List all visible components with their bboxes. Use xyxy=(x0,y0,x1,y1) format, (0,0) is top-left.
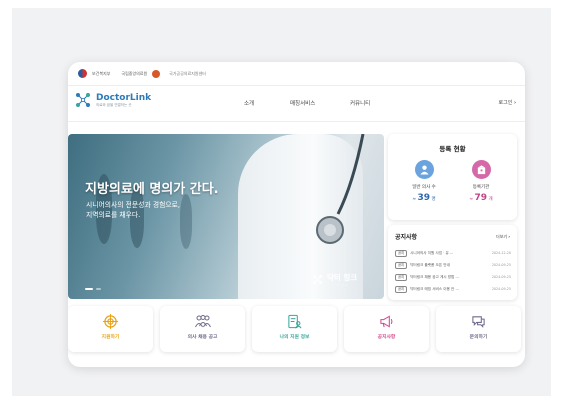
quick-link-label: 나의 지원 정보 xyxy=(279,335,310,340)
carousel-dot[interactable] xyxy=(85,288,93,290)
hero-subtitle-line-1: 시니어의사의 전문성과 경험으로, xyxy=(86,201,181,209)
background-figure xyxy=(180,194,192,249)
carousel-dot[interactable] xyxy=(96,288,101,290)
doctors-group-icon xyxy=(160,314,245,329)
notice-text: 닥터링크 매칭 서비스 이용 안 ... xyxy=(410,286,459,291)
notice-card: 공지사항 더보기 › 공지 시니어의사 지원 사업 · 유 ... 2024-1… xyxy=(388,225,517,300)
brand-logo[interactable]: DoctorLink 의료와 꿈을 연결하는 곳 xyxy=(74,91,151,109)
doctor-icon xyxy=(414,160,434,179)
notice-more-label: 더보기 xyxy=(496,233,508,239)
notice-text: 닥터링크 플랫폼 오픈 안내 xyxy=(410,262,450,267)
notice-item[interactable]: 공지 닥터링크 플랫폼 오픈 안내 2024-09-25 xyxy=(395,259,511,271)
org-name-1: 보건복지부 xyxy=(92,70,111,76)
quick-link-notices[interactable]: 공지사항 xyxy=(344,306,429,352)
notice-item[interactable]: 공지 시니어의사 지원 사업 · 유 ... 2024-12-20 xyxy=(395,247,511,259)
target-icon xyxy=(68,314,153,329)
quick-link-label: 지원하기 xyxy=(101,335,120,340)
carousel-indicators[interactable] xyxy=(85,288,101,290)
registration-status-card: 등록 현황 일반 의사 수 ≈ 39 명 등록기관 ≈ 79 개 xyxy=(388,134,517,220)
government-bar: 보건복지부 국립중앙의료원 국가공공의료지원센터 xyxy=(68,62,525,86)
hero-logo-sub: DOCTOR LINK xyxy=(327,283,348,287)
notice-item[interactable]: 공지 닥터링크 매칭 서비스 이용 안 ... 2024-09-25 xyxy=(395,283,511,295)
notice-text: 닥터링크 채용 공고 게시 방법 ... xyxy=(410,274,459,279)
brand-name: DoctorLink xyxy=(96,92,152,103)
notice-list: 공지 시니어의사 지원 사업 · 유 ... 2024-12-20 공지 닥터링… xyxy=(395,247,511,295)
quick-link-label: 문의하기 xyxy=(469,335,488,340)
notice-date: 2024-09-25 xyxy=(491,263,511,267)
doctor-count-value-line: ≈ 39 명 xyxy=(412,193,436,203)
institution-count-value-line: ≈ 79 개 xyxy=(469,193,493,203)
site-header: DoctorLink 의료와 꿈을 연결하는 곳 소개 매칭서비스 커뮤니티 로… xyxy=(68,86,525,122)
notice-date: 2024-09-25 xyxy=(491,287,511,291)
notice-tag: 공지 xyxy=(395,285,408,293)
login-link[interactable]: 로그인 › xyxy=(499,99,516,106)
hero-banner[interactable]: 지방의료에 명의가 간다. 시니어의사의 전문성과 경험으로, 지역의료를 채우… xyxy=(68,134,384,299)
quick-link-my-application[interactable]: 나의 지원 정보 xyxy=(252,306,337,352)
screenshot-background: 보건복지부 국립중앙의료원 국가공공의료지원센터 DoctorLink 의료와 … xyxy=(12,8,551,396)
molecule-logo-icon xyxy=(313,275,322,284)
brand-tagline: 의료와 꿈을 연결하는 곳 xyxy=(96,102,132,107)
notice-title: 공지사항 xyxy=(395,234,418,241)
notice-header: 공지사항 더보기 › xyxy=(395,232,510,242)
notice-date: 2024-12-20 xyxy=(491,251,511,255)
molecule-logo-icon xyxy=(76,93,90,107)
stethoscope-icon xyxy=(316,134,365,244)
chevron-right-icon: › xyxy=(508,233,510,239)
institution-count-unit: 개 xyxy=(488,197,493,202)
hero-title: 지방의료에 명의가 간다. xyxy=(85,182,219,197)
quick-link-apply[interactable]: 지원하기 xyxy=(68,306,153,352)
document-user-icon xyxy=(252,314,337,329)
hero-subtitle-line-2: 지역의료를 채우다. xyxy=(86,211,141,219)
doctor-count-label: 일반 의사 수 xyxy=(412,185,436,190)
hero-subtitle: 시니어의사의 전문성과 경험으로, 지역의료를 채우다. xyxy=(86,200,180,220)
hospital-building-icon xyxy=(471,160,491,179)
chat-bubble-icon xyxy=(436,314,521,329)
institution-count-label: 등록기관 xyxy=(472,185,490,190)
quick-link-label: 공지사항 xyxy=(377,335,396,340)
browser-window: 보건복지부 국립중앙의료원 국가공공의료지원센터 DoctorLink 의료와 … xyxy=(68,62,525,367)
nav-item-about[interactable]: 소개 xyxy=(244,99,254,107)
notice-more-link[interactable]: 더보기 › xyxy=(496,234,510,240)
institution-count: 등록기관 ≈ 79 개 xyxy=(456,160,506,203)
registration-title: 등록 현황 xyxy=(439,145,466,153)
notice-item[interactable]: 공지 닥터링크 채용 공고 게시 방법 ... 2024-09-25 xyxy=(395,271,511,283)
doctor-count-value: 39 xyxy=(417,193,431,203)
doctor-count: 일반 의사 수 ≈ 39 명 xyxy=(399,160,449,203)
org-name-2: 국립중앙의료원 xyxy=(121,70,148,76)
quick-link-label: 의사 채용 공고 xyxy=(187,335,218,340)
doctor-count-unit: 명 xyxy=(431,197,436,202)
institution-count-value: 79 xyxy=(474,193,488,203)
login-label: 로그인 xyxy=(498,100,513,106)
hero-logo: 닥터 링크 DOCTOR LINK xyxy=(312,272,357,287)
notice-text: 시니어의사 지원 사업 · 유 ... xyxy=(410,250,454,255)
org-name-3: 국가공공의료지원센터 xyxy=(169,70,206,76)
government-emblem-icon xyxy=(78,69,87,78)
quick-link-job-postings[interactable]: 의사 채용 공고 xyxy=(160,306,245,352)
nav-item-matching[interactable]: 매칭서비스 xyxy=(290,99,315,107)
notice-tag: 공지 xyxy=(395,273,408,281)
hospital-logo-icon xyxy=(152,69,161,78)
notice-tag: 공지 xyxy=(395,261,408,269)
megaphone-icon xyxy=(344,314,429,329)
hero-logo-text: 닥터 링크 xyxy=(327,273,358,282)
chevron-right-icon: › xyxy=(513,100,516,106)
notice-date: 2024-09-25 xyxy=(491,275,511,279)
notice-tag: 공지 xyxy=(395,249,408,257)
nav-item-community[interactable]: 커뮤니티 xyxy=(350,99,370,107)
quick-link-inquiry[interactable]: 문의하기 xyxy=(436,306,521,352)
